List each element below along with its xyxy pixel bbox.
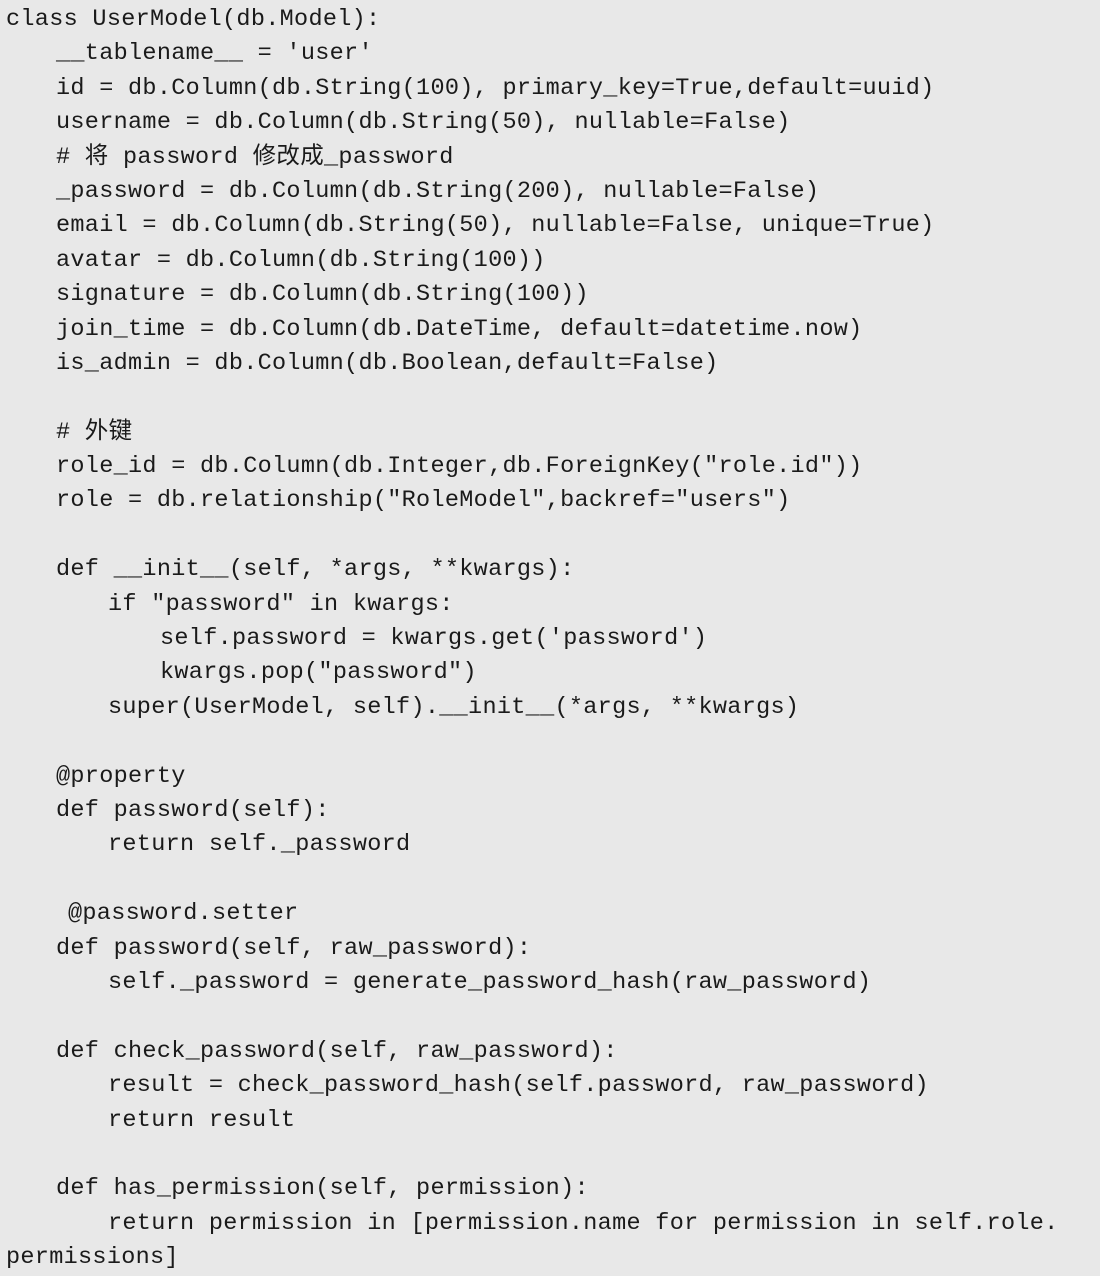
code-line: if "password" in kwargs:	[108, 590, 454, 618]
code-line: return self._password	[108, 831, 411, 859]
code-line: __tablename__ = 'user'	[56, 40, 373, 68]
code-line: @password.setter	[68, 900, 299, 928]
code-line: return permission in [permission.name fo…	[108, 1209, 1059, 1237]
code-line: permissions]	[6, 1244, 179, 1272]
code-line: username = db.Column(db.String(50), null…	[56, 109, 791, 137]
code-line: _password = db.Column(db.String(200), nu…	[56, 177, 820, 205]
code-line: def has_permission(self, permission):	[56, 1175, 589, 1203]
code-block: class UserModel(db.Model): __tablename__…	[0, 0, 1100, 1276]
code-line: role_id = db.Column(db.Integer,db.Foreig…	[56, 453, 863, 481]
code-line: self.password = kwargs.get('password')	[160, 625, 708, 653]
code-line: join_time = db.Column(db.DateTime, defau…	[56, 315, 863, 343]
code-line: self._password = generate_password_hash(…	[108, 968, 872, 996]
code-line: email = db.Column(db.String(50), nullabl…	[56, 212, 935, 240]
code-line: is_admin = db.Column(db.Boolean,default=…	[56, 349, 719, 377]
code-line: super(UserModel, self).__init__(*args, *…	[108, 693, 800, 721]
code-line: def check_password(self, raw_password):	[56, 1037, 618, 1065]
code-line: kwargs.pop("password")	[160, 659, 477, 687]
code-comment: # 将 password 修改成_password	[56, 143, 454, 171]
code-line: role = db.relationship("RoleModel",backr…	[56, 487, 791, 515]
code-line: class UserModel(db.Model):	[6, 6, 381, 33]
code-line: id = db.Column(db.String(100), primary_k…	[56, 74, 935, 102]
code-line: result = check_password_hash(self.passwo…	[108, 1072, 929, 1100]
code-line: avatar = db.Column(db.String(100))	[56, 246, 546, 274]
code-line: def __init__(self, *args, **kwargs):	[56, 556, 575, 584]
code-line: def password(self):	[56, 796, 330, 824]
code-line: return result	[108, 1106, 296, 1134]
code-line: def password(self, raw_password):	[56, 934, 532, 962]
code-comment: # 外键	[56, 418, 133, 446]
code-line: @property	[56, 762, 186, 790]
code-line: signature = db.Column(db.String(100))	[56, 281, 589, 309]
